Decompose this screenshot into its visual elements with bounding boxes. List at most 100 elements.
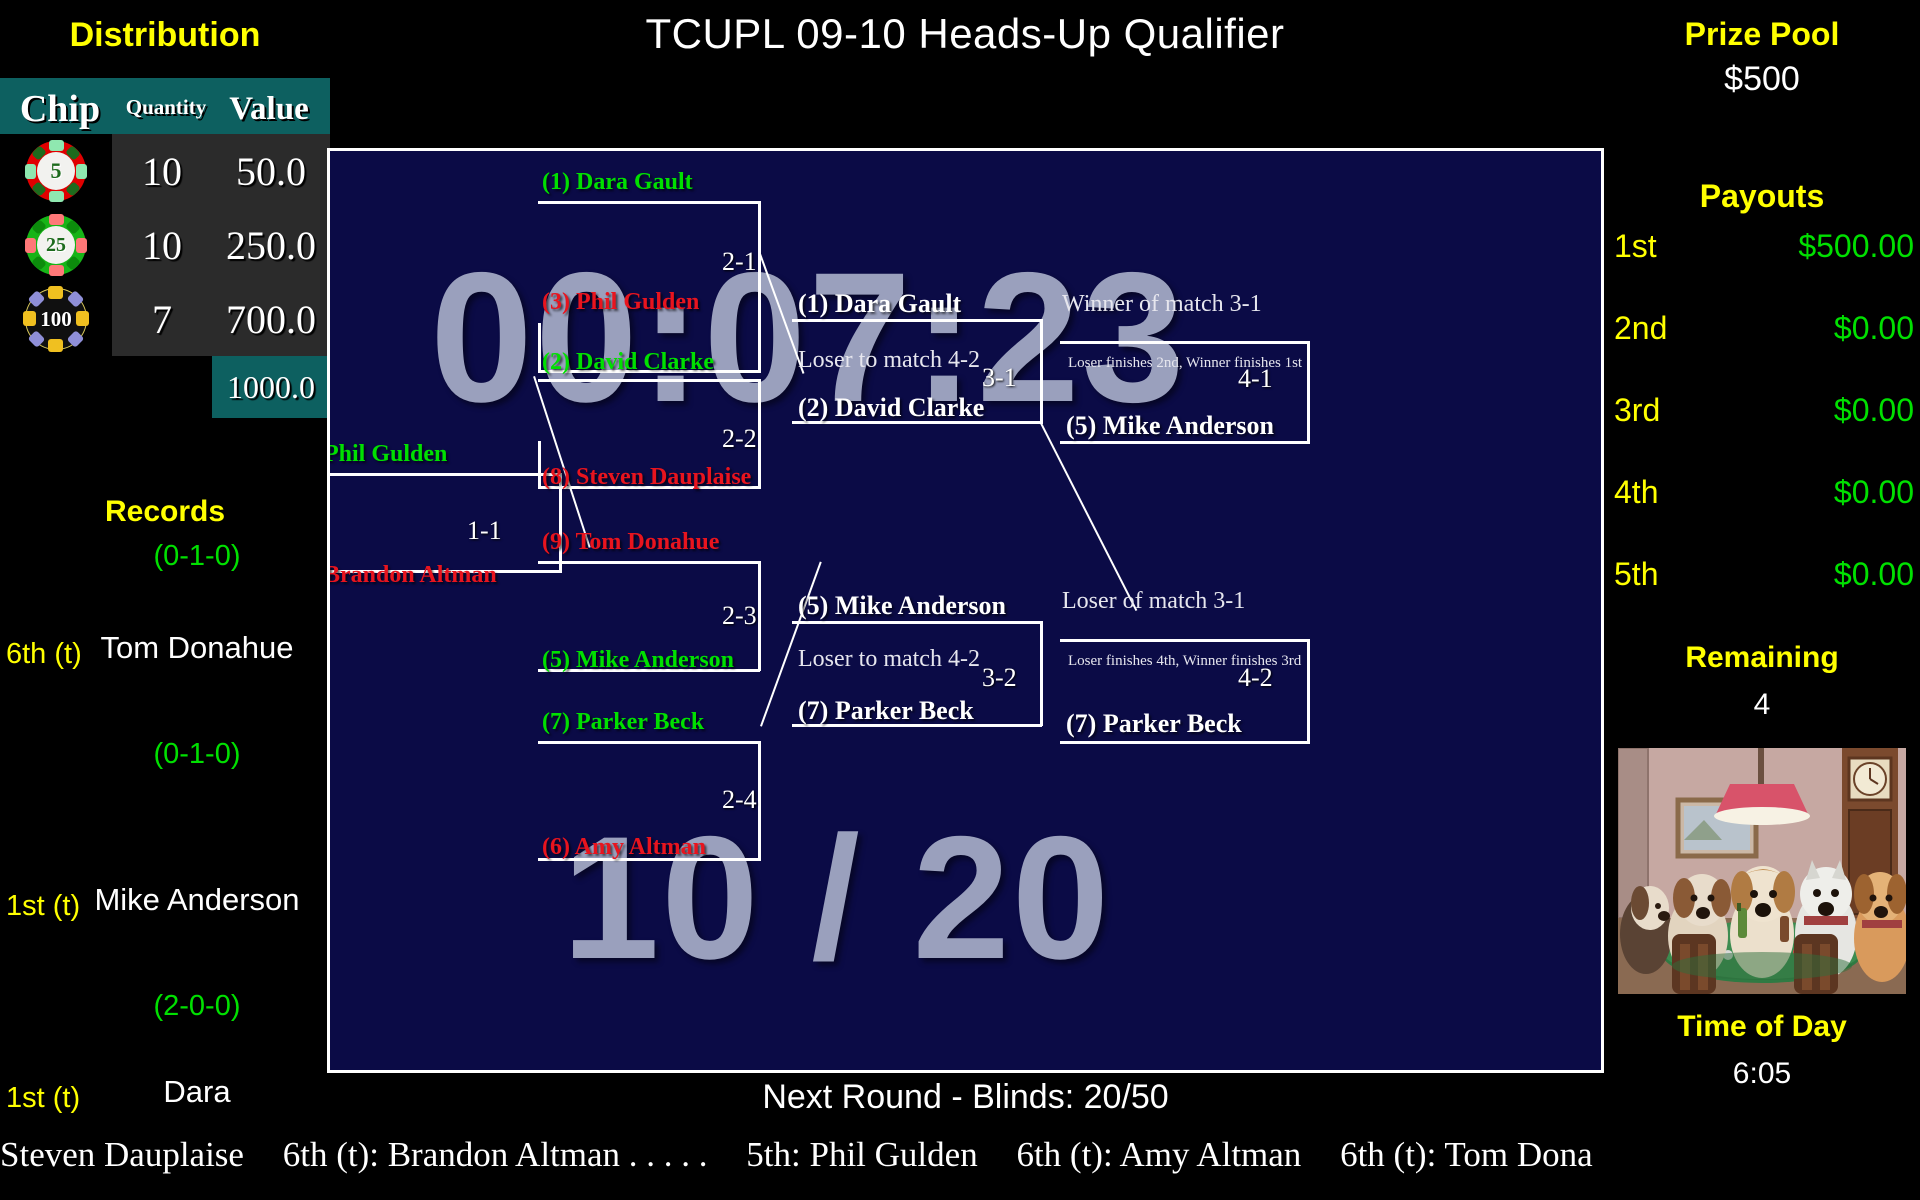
match-code: 3-2 (982, 663, 1017, 692)
chip-25-icon: 25 (0, 214, 112, 276)
payout-amount: $0.00 (1833, 556, 1914, 592)
seed: (5) (542, 647, 570, 673)
bracket-line (538, 441, 541, 489)
payout-row: 3rd $0.00 (1604, 392, 1920, 474)
seed: (5) (798, 591, 829, 620)
payouts-title: Payouts (1699, 178, 1825, 214)
chip-table-header: Chip Quantity Value (0, 78, 330, 134)
bracket-line (330, 473, 562, 476)
bracket-player-advanced: (7) Parker Beck (798, 696, 974, 726)
player-name: Amy Altman (574, 834, 707, 860)
distribution-title: Distribution (69, 16, 261, 54)
prize-pool-title: Prize Pool (1684, 16, 1840, 52)
bracket-line (792, 319, 1042, 322)
bracket-note: Loser to match 4-2 (798, 646, 980, 672)
seed: (3) (542, 289, 570, 315)
chip-total-value: 1000.0 (212, 356, 330, 418)
payout-place: 5th (1614, 556, 1659, 592)
chip-value: 250.0 (212, 208, 330, 282)
bracket-rule-note: Loser finishes 4th, Winner finishes 3rd (1068, 653, 1302, 669)
player-name: Dara Gault (834, 289, 962, 318)
bracket-line (1060, 441, 1310, 444)
player-name: Phil Gulden (575, 289, 700, 315)
bracket-player: (5) Mike Anderson (542, 647, 734, 674)
table-row: 100 7 700.0 (0, 282, 330, 356)
bracket-line (758, 201, 761, 373)
ticker-item: 6th (t): Brandon Altman . . . . . (282, 1135, 708, 1174)
next-round-blinds: Next Round - Blinds: 20/50 (762, 1078, 1169, 1116)
bracket-line (538, 741, 760, 744)
match-code: 2-4 (722, 785, 757, 814)
seed: (7) (1066, 709, 1097, 738)
bracket-player: (2) David Clarke (542, 349, 714, 376)
bracket-line (758, 561, 761, 671)
bracket-line (538, 561, 760, 564)
ticker-item: 6th (t): Amy Altman (1016, 1135, 1302, 1174)
bracket-player: (1) Dara Gault (542, 169, 693, 196)
table-row: 25 10 250.0 (0, 208, 330, 282)
record-rank: 6th (t) (6, 638, 82, 670)
column-header-quantity: Quantity (125, 95, 207, 119)
player-name: David Clarke (575, 349, 714, 375)
match-code: 3-1 (982, 363, 1017, 392)
ticker-item: Steven Dauplaise (0, 1135, 244, 1174)
bracket-source-note: Winner of match 3-1 (1062, 291, 1262, 317)
ticker-item: 6th (t): Tom Dona (1340, 1135, 1593, 1174)
bracket-player: (9) Tom Donahue (542, 529, 719, 556)
seed: (6) (542, 834, 570, 860)
record-player-name: Dara (163, 1074, 231, 1109)
bracket-line (1040, 621, 1043, 726)
bracket-source-note: Loser of match 3-1 (1062, 588, 1246, 614)
bracket-line (538, 323, 541, 373)
bracket-rule-note: Loser finishes 2nd, Winner finishes 1st (1068, 355, 1303, 371)
bracket-line (758, 379, 761, 489)
page-title: TCUPL 09-10 Heads-Up Qualifier (645, 10, 1285, 57)
dogs-playing-poker-image (1618, 748, 1906, 994)
chip-quantity: 10 (112, 208, 212, 282)
payouts-list: 1st $500.00 2nd $0.00 3rd $0.00 4th $0.0… (1604, 228, 1920, 638)
bracket-line (538, 201, 760, 204)
player-name: David Clarke (834, 393, 985, 422)
seed: (2) (542, 349, 570, 375)
bracket-player-advanced: (1) Dara Gault (798, 289, 961, 319)
finishing-order-ticker: Steven Dauplaise 6th (t): Brandon Altman… (0, 1135, 1920, 1195)
chip-5-icon: 5 (0, 140, 112, 202)
player-name: Dara Gault (575, 169, 693, 195)
bracket-player: (6) Amy Altman (542, 834, 706, 861)
record-player-name: Tom Donahue (100, 630, 294, 665)
payout-place: 3rd (1614, 392, 1661, 428)
payout-place: 2nd (1614, 310, 1668, 346)
remaining-count: 4 (1753, 688, 1771, 721)
bracket-line (1040, 319, 1043, 424)
bracket-player-advanced: (2) David Clarke (798, 393, 984, 423)
record-rank: 1st (t) (6, 1082, 81, 1114)
bracket-line (1060, 341, 1310, 344)
player-name: Mike Anderson (834, 591, 1007, 620)
column-header-value: Value (229, 91, 309, 127)
chip-quantity: 10 (112, 134, 212, 208)
bracket-player: (4) Brandon Altman (330, 562, 497, 589)
ticker-item: 5th: Phil Gulden (746, 1135, 978, 1174)
time-of-day-value: 6:05 (1732, 1057, 1792, 1090)
tournament-bracket: 00:07:23 10 / 20 (1) Dara Gault (3) Phil… (327, 148, 1604, 1073)
chip-value: 700.0 (212, 282, 330, 356)
chip-total-row: 1000.0 (0, 356, 330, 418)
bracket-player-advanced: (5) Mike Anderson (1066, 411, 1274, 441)
payout-amount: $0.00 (1833, 474, 1914, 510)
bracket-player: (3) Phil Gulden (542, 289, 699, 316)
bracket-line (1307, 341, 1310, 444)
record-wl: (0-1-0) (153, 540, 241, 572)
seed: (7) (542, 709, 570, 735)
player-name: Parker Beck (1102, 709, 1242, 738)
column-header-chip: Chip (19, 88, 101, 130)
bracket-note: Loser to match 4-2 (798, 347, 980, 373)
bracket-line (538, 379, 760, 382)
seed: (2) (798, 393, 829, 422)
match-code: 1-1 (467, 516, 502, 545)
seed: (1) (798, 289, 829, 318)
player-name: Mike Anderson (1102, 411, 1275, 440)
player-name: Parker Beck (575, 709, 705, 735)
payout-place: 1st (1614, 228, 1657, 264)
bracket-player-advanced: (5) Mike Anderson (798, 591, 1006, 621)
